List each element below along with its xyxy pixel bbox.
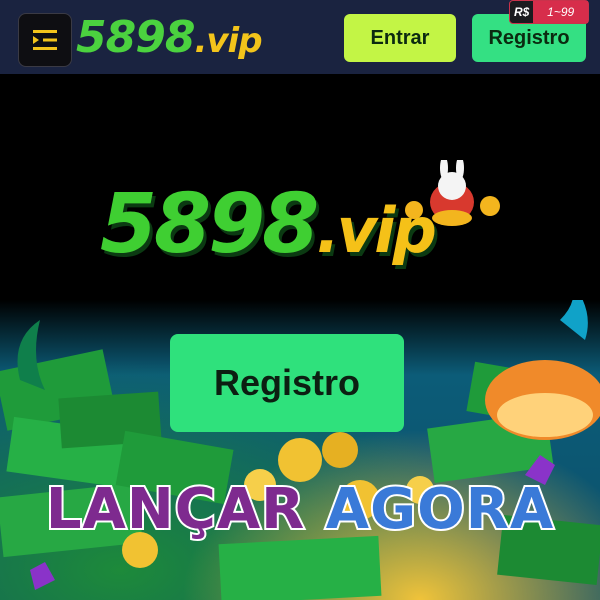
logo-tld: .vip <box>194 21 262 61</box>
rabbit-mascot-icon <box>405 160 500 226</box>
launch-now-banner[interactable]: LANÇAR AGORA <box>0 474 600 546</box>
site-logo[interactable]: 5898.vip <box>76 10 263 66</box>
hero-logo-number: 5898 <box>100 177 319 272</box>
launch-word: LANÇAR <box>44 475 306 544</box>
register-cta-button[interactable]: Registro <box>170 334 404 432</box>
login-button[interactable]: Entrar <box>344 14 456 62</box>
now-word: AGORA <box>324 475 555 544</box>
menu-icon <box>33 30 57 50</box>
top-header: 5898.vip Entrar Registro R$ 1~99 <box>0 0 600 74</box>
bonus-badge: R$ 1~99 <box>509 0 589 24</box>
badge-range: 1~99 <box>533 1 588 23</box>
logo-number: 5898 <box>76 12 195 63</box>
menu-button[interactable] <box>18 13 72 67</box>
badge-currency: R$ <box>514 5 530 19</box>
